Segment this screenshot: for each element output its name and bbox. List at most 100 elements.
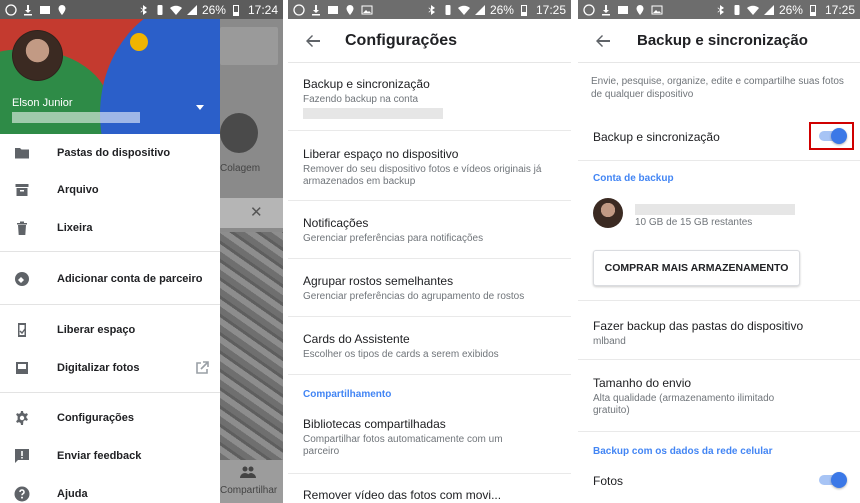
back-arrow-icon[interactable] <box>595 33 611 49</box>
page-title: Backup e sincronização <box>637 32 808 49</box>
drawer-item-label: Enviar feedback <box>57 450 142 462</box>
archive-icon <box>14 182 30 198</box>
external-link-icon <box>195 361 209 375</box>
help-icon <box>14 486 30 502</box>
drawer-item-trash[interactable]: Lixeira <box>0 210 220 246</box>
office-icon <box>327 4 339 16</box>
clock: 17:25 <box>824 2 855 17</box>
vibrate-icon <box>442 4 454 16</box>
setting-free-up-space[interactable]: Liberar espaço no dispositivo Remover do… <box>288 131 571 201</box>
navigation-drawer: Elson Junior Pastas do dispositivo Arqui… <box>0 19 220 503</box>
drawer-item-photo-scan[interactable]: Digitalizar fotos <box>0 350 220 386</box>
setting-backup-sync[interactable]: Backup e sincronização Fazendo backup na… <box>288 64 571 131</box>
drawer-item-settings[interactable]: Configurações <box>0 400 220 436</box>
chevron-down-icon[interactable] <box>196 105 204 110</box>
avatar[interactable] <box>593 198 623 228</box>
setting-notifications[interactable]: Notificações Gerenciar preferências para… <box>288 201 571 259</box>
account-email-redacted <box>303 108 443 119</box>
whatsapp-icon <box>5 3 17 16</box>
buy-storage-button[interactable]: COMPRAR MAIS ARMAZENAMENTO <box>593 250 800 286</box>
image-icon <box>361 4 373 16</box>
drawer-item-label: Adicionar conta de parceiro <box>57 273 203 285</box>
gear-icon <box>14 410 30 426</box>
location-icon <box>56 4 68 16</box>
drawer-item-free-up-space[interactable]: Liberar espaço <box>0 312 220 348</box>
photos-cellular-toggle[interactable] <box>817 472 847 488</box>
back-arrow-icon[interactable] <box>305 33 321 49</box>
setting-device-folders[interactable]: Fazer backup das pastas do dispositivo m… <box>578 300 860 360</box>
free-up-space-icon <box>14 322 30 338</box>
drawer-item-label: Lixeira <box>57 222 93 234</box>
clock: 17:24 <box>247 2 278 17</box>
setting-group-faces[interactable]: Agrupar rostos semelhantes Gerenciar pre… <box>288 259 571 317</box>
setting-title: Tamanho do envio <box>593 376 692 390</box>
vibrate-icon <box>154 4 166 16</box>
status-bar: 26% 17:24 <box>0 0 283 19</box>
account-name: Elson Junior <box>12 97 73 109</box>
setting-title: Agrupar rostos semelhantes <box>303 274 454 288</box>
close-icon: ✕ <box>250 204 263 221</box>
download-icon <box>600 4 612 16</box>
status-bar: 26% 17:25 <box>578 0 860 19</box>
setting-title: Liberar espaço no dispositivo <box>303 147 459 161</box>
account-email-redacted <box>12 112 140 123</box>
folder-icon <box>14 145 30 161</box>
drawer-divider <box>0 392 220 393</box>
drawer-item-label: Pastas do dispositivo <box>57 147 171 159</box>
battery-icon <box>230 4 242 16</box>
setting-subtitle: Escolher os tipos de cards a serem exibi… <box>303 349 499 360</box>
setting-subtitle: Gerenciar preferências do agrupamento de… <box>303 291 525 302</box>
phone-screen-settings: 26% 17:25 Configurações Backup e sincron… <box>288 0 571 503</box>
setting-subtitle: Fazendo backup na conta <box>303 94 419 105</box>
setting-upload-size[interactable]: Tamanho do envio Alta qualidade (armazen… <box>578 360 860 432</box>
partner-sharing-icon <box>14 271 30 287</box>
signal-icon <box>186 4 198 16</box>
wifi-icon <box>169 4 182 16</box>
setting-subtitle: Remover do seu dispositivo fotos e vídeo… <box>303 164 542 187</box>
setting-shared-libraries[interactable]: Bibliotecas compartilhadas Compartilhar … <box>288 404 571 474</box>
drawer-item-feedback[interactable]: Enviar feedback <box>0 438 220 474</box>
setting-subtitle: mlband <box>593 336 626 347</box>
drawer-divider <box>0 251 220 252</box>
photo-scan-icon <box>14 360 30 376</box>
location-icon <box>344 4 356 16</box>
battery-icon <box>807 4 819 16</box>
drawer-item-label: Arquivo <box>57 184 99 196</box>
image-icon <box>651 4 663 16</box>
drawer-item-help[interactable]: Ajuda <box>0 476 220 503</box>
setting-remove-motion-video[interactable]: Remover vídeo das fotos com movi... <box>288 474 571 503</box>
section-header-backup-account: Conta de backup <box>593 173 674 184</box>
setting-subtitle: Alta qualidade (armazenamento ilimitado … <box>593 393 775 416</box>
backup-description: Envie, pesquise, organize, edite e compa… <box>591 76 844 100</box>
people-icon <box>240 466 256 478</box>
drawer-item-label: Liberar espaço <box>57 324 136 336</box>
setting-title: Notificações <box>303 216 369 230</box>
drawer-item-label: Ajuda <box>57 488 88 500</box>
page-title: Configurações <box>345 31 458 49</box>
wifi-icon <box>746 4 759 16</box>
battery-percent: 26% <box>489 2 514 17</box>
wifi-icon <box>457 4 470 16</box>
avatar[interactable] <box>12 30 63 81</box>
setting-title: Remover vídeo das fotos com movi... <box>303 488 502 502</box>
section-header-cellular: Backup com os dados da rede celular <box>593 446 773 457</box>
bluetooth-icon <box>138 4 150 16</box>
drawer-item-add-partner[interactable]: Adicionar conta de parceiro <box>0 261 220 297</box>
vibrate-icon <box>731 4 743 16</box>
phone-screen-backup: 26% 17:25 Backup e sincronização Envie, … <box>578 0 860 503</box>
drawer-item-device-folders[interactable]: Pastas do dispositivo <box>0 135 220 171</box>
location-icon <box>634 4 646 16</box>
battery-percent: 26% <box>778 2 803 17</box>
section-header-sharing: Compartilhamento <box>303 389 392 400</box>
office-icon <box>617 4 629 16</box>
setting-subtitle: Compartilhar fotos automaticamente com u… <box>303 434 503 457</box>
bluetooth-icon <box>715 4 727 16</box>
setting-subtitle: Gerenciar preferências para notificações <box>303 233 484 244</box>
battery-percent: 26% <box>201 2 226 17</box>
whatsapp-icon <box>293 3 305 16</box>
account-email-redacted <box>635 204 795 215</box>
battery-icon <box>518 4 530 16</box>
download-icon <box>22 4 34 16</box>
drawer-item-archive[interactable]: Arquivo <box>0 172 220 208</box>
setting-assistant-cards[interactable]: Cards do Assistente Escolher os tipos de… <box>288 317 571 375</box>
